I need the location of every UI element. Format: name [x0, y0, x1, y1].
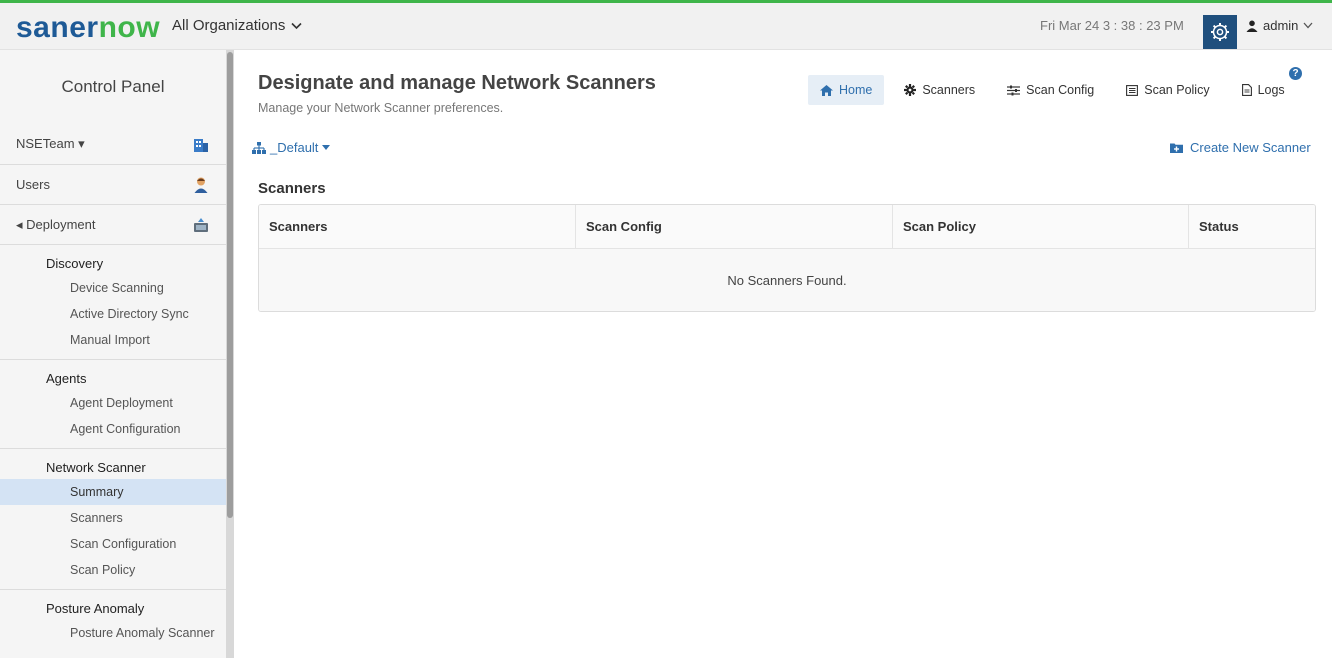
- user-name: admin: [1263, 18, 1299, 33]
- saner-now-logo[interactable]: sanernow: [16, 9, 160, 47]
- organization-label: All Organizations: [172, 17, 286, 34]
- sidebar-item-manual-import[interactable]: Manual Import: [0, 327, 226, 353]
- tab-scanners[interactable]: Scanners: [892, 75, 987, 105]
- caret-down-icon: [322, 145, 331, 150]
- sidebar-group-network-scanner: Network Scanner Summary Scanners Scan Co…: [0, 448, 226, 589]
- section-title: Scanners: [258, 180, 326, 197]
- team-selector[interactable]: NSETeam ▾: [0, 124, 226, 164]
- empty-table-message: No Scanners Found.: [259, 249, 1315, 311]
- group-title: Network Scanner: [46, 460, 146, 475]
- column-header-scanners[interactable]: Scanners: [259, 205, 576, 248]
- gear-icon: [904, 84, 917, 96]
- page-subtitle: Manage your Network Scanner preferences.: [258, 101, 504, 115]
- organization-dropdown[interactable]: All Organizations: [172, 17, 302, 34]
- scope-selector[interactable]: _Default: [252, 140, 331, 155]
- chevron-down-icon: [1303, 22, 1313, 29]
- tab-scan-config[interactable]: Scan Config: [995, 75, 1106, 105]
- current-datetime: Fri Mar 24 3 : 38 : 23 PM: [1040, 18, 1184, 33]
- sidebar-item-label: Users: [16, 177, 50, 192]
- sidebar-item-posture-anomaly-scanner[interactable]: Posture Anomaly Scanner: [0, 620, 226, 646]
- main-content: Designate and manage Network Scanners Ma…: [234, 50, 1332, 658]
- sidebar-item-users[interactable]: Users: [0, 164, 226, 204]
- sidebar-item-label: ◂ Deployment: [16, 216, 96, 232]
- building-icon: [194, 138, 208, 152]
- sidebar-item-scan-configuration[interactable]: Scan Configuration: [0, 531, 226, 557]
- column-header-scan-config[interactable]: Scan Config: [576, 205, 893, 248]
- tab-label: Scan Config: [1026, 83, 1095, 97]
- list-icon: [1126, 84, 1139, 96]
- table-header: Scanners Scan Config Scan Policy Status: [259, 205, 1315, 249]
- sidebar-item-scanners[interactable]: Scanners: [0, 505, 226, 531]
- sidebar-item-device-scanning[interactable]: Device Scanning: [0, 275, 226, 301]
- tab-home[interactable]: Home: [808, 75, 885, 105]
- column-header-scan-policy[interactable]: Scan Policy: [893, 205, 1189, 248]
- sidebar-group-posture-anomaly: Posture Anomaly Posture Anomaly Scanner: [0, 589, 226, 656]
- sidebar-item-summary[interactable]: Summary: [0, 479, 226, 505]
- sliders-icon: [1007, 85, 1021, 95]
- sidebar-group-discovery: Discovery Device Scanning Active Directo…: [0, 244, 226, 359]
- scanners-table: Scanners Scan Config Scan Policy Status …: [258, 204, 1316, 312]
- hierarchy-icon: [252, 141, 266, 154]
- gear-icon: [1211, 23, 1229, 41]
- column-header-status[interactable]: Status: [1189, 205, 1315, 248]
- group-title: Discovery: [46, 256, 104, 271]
- document-icon: [1241, 84, 1252, 96]
- user-icon: [1246, 20, 1258, 32]
- sidebar-title: Control Panel: [61, 77, 165, 96]
- logo-accent: now: [98, 11, 161, 44]
- group-title: Agents: [46, 371, 87, 386]
- chevron-down-icon: [291, 22, 302, 29]
- user-menu[interactable]: admin: [1246, 18, 1313, 33]
- user-icon: [194, 177, 208, 193]
- home-icon: [820, 84, 833, 96]
- tab-scan-policy[interactable]: Scan Policy: [1114, 75, 1221, 105]
- sidebar-item-agent-deployment[interactable]: Agent Deployment: [0, 390, 226, 416]
- group-title: Posture Anomaly: [46, 601, 145, 616]
- scope-label: _Default: [270, 140, 319, 155]
- top-bar: sanernow All Organizations Fri Mar 24 3 …: [0, 0, 1332, 50]
- tab-label: Scan Policy: [1144, 83, 1210, 97]
- tab-label: Logs: [1257, 83, 1285, 97]
- sidebar-group-agents: Agents Agent Deployment Agent Configurat…: [0, 359, 226, 448]
- page-title: Designate and manage Network Scanners: [258, 72, 656, 94]
- sidebar-item-scan-policy[interactable]: Scan Policy: [0, 557, 226, 583]
- sidebar-item-agent-configuration[interactable]: Agent Configuration: [0, 416, 226, 442]
- sidebar-item-deployment[interactable]: ◂ Deployment: [0, 204, 226, 244]
- tab-label: Scanners: [922, 83, 976, 97]
- tab-logs[interactable]: Logs: [1230, 75, 1297, 105]
- team-label: NSETeam ▾: [16, 136, 85, 151]
- logo-main: saner: [16, 11, 99, 44]
- settings-button[interactable]: [1203, 15, 1237, 49]
- tab-label: Home: [839, 83, 873, 97]
- deploy-icon: [194, 217, 208, 232]
- page-nav-tabs: Home Scanners Scan Config Scan Policy Lo…: [808, 75, 1305, 105]
- control-panel-sidebar: Control Panel NSETeam ▾ Users ◂ Deployme…: [0, 50, 226, 658]
- create-new-scanner-button[interactable]: Create New Scanner: [1170, 140, 1311, 155]
- create-label: Create New Scanner: [1190, 140, 1311, 155]
- sidebar-scrollbar-thumb[interactable]: [227, 52, 233, 518]
- sidebar-item-active-directory-sync[interactable]: Active Directory Sync: [0, 301, 226, 327]
- folder-plus-icon: [1170, 143, 1183, 153]
